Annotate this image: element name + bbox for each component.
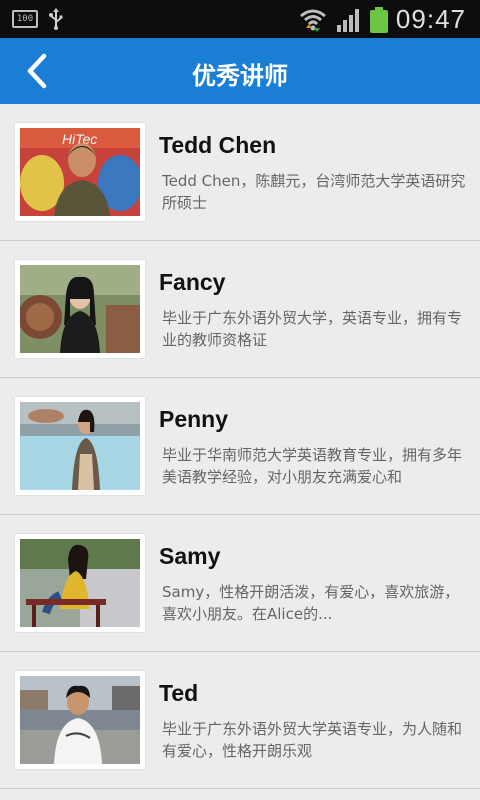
wifi-icon [299, 9, 326, 32]
teacher-photo: HiTec [15, 123, 145, 221]
usb-icon [49, 8, 63, 30]
teacher-name: Samy [159, 543, 221, 569]
battery-100-icon: 100 [12, 10, 38, 28]
status-bar: 100 09:47 [0, 0, 480, 38]
teacher-item[interactable]: Ted 毕业于广东外语外贸大学英语专业，为人随和有爱心，性格开朗乐观 [0, 652, 480, 789]
teacher-item[interactable]: Samy Samy，性格开朗活泼，有爱心，喜欢旅游，喜欢小朋友。在Alice的.… [0, 515, 480, 652]
teacher-description: 毕业于华南师范大学英语教育专业，拥有多年美语教学经验，对小朋友充满爱心和 [162, 446, 463, 486]
teacher-name: Tedd Chen [159, 132, 277, 158]
teacher-name: Fancy [159, 269, 226, 295]
teacher-description: Samy，性格开朗活泼，有爱心，喜欢旅游，喜欢小朋友。在Alice的... [162, 583, 460, 623]
status-right: 09:47 [298, 4, 466, 35]
teacher-item[interactable]: HiTec Tedd Chen Tedd Chen，陈麒元，台湾师范大学英语研究… [0, 104, 480, 241]
teacher-item[interactable]: Penny 毕业于华南师范大学英语教育专业，拥有多年美语教学经验，对小朋友充满爱… [0, 378, 480, 515]
teacher-name: Ted [159, 680, 199, 706]
teacher-description: 毕业于广东外语外贸大学，英语专业，拥有专业的教师资格证 [162, 309, 463, 349]
title-bar: 优秀讲师 [0, 38, 480, 104]
teacher-name: Penny [159, 406, 229, 432]
signal-icon [336, 8, 359, 32]
teacher-description: 毕业于广东外语外贸大学英语专业，为人随和有爱心，性格开朗乐观 [162, 720, 463, 760]
clock: 09:47 [395, 4, 466, 34]
battery-icon [369, 6, 388, 33]
status-left: 100 [12, 8, 64, 30]
teacher-photo [15, 534, 145, 632]
teacher-photo [15, 671, 145, 769]
teacher-description: Tedd Chen，陈麒元，台湾师范大学英语研究所硕士 [162, 172, 466, 212]
teacher-item[interactable]: Fancy 毕业于广东外语外贸大学，英语专业，拥有专业的教师资格证 [0, 241, 480, 378]
page-title: 优秀讲师 [192, 62, 288, 90]
teacher-list: HiTec Tedd Chen Tedd Chen，陈麒元，台湾师范大学英语研究… [0, 104, 480, 789]
teacher-photo [15, 397, 145, 495]
teacher-photo [15, 260, 145, 358]
